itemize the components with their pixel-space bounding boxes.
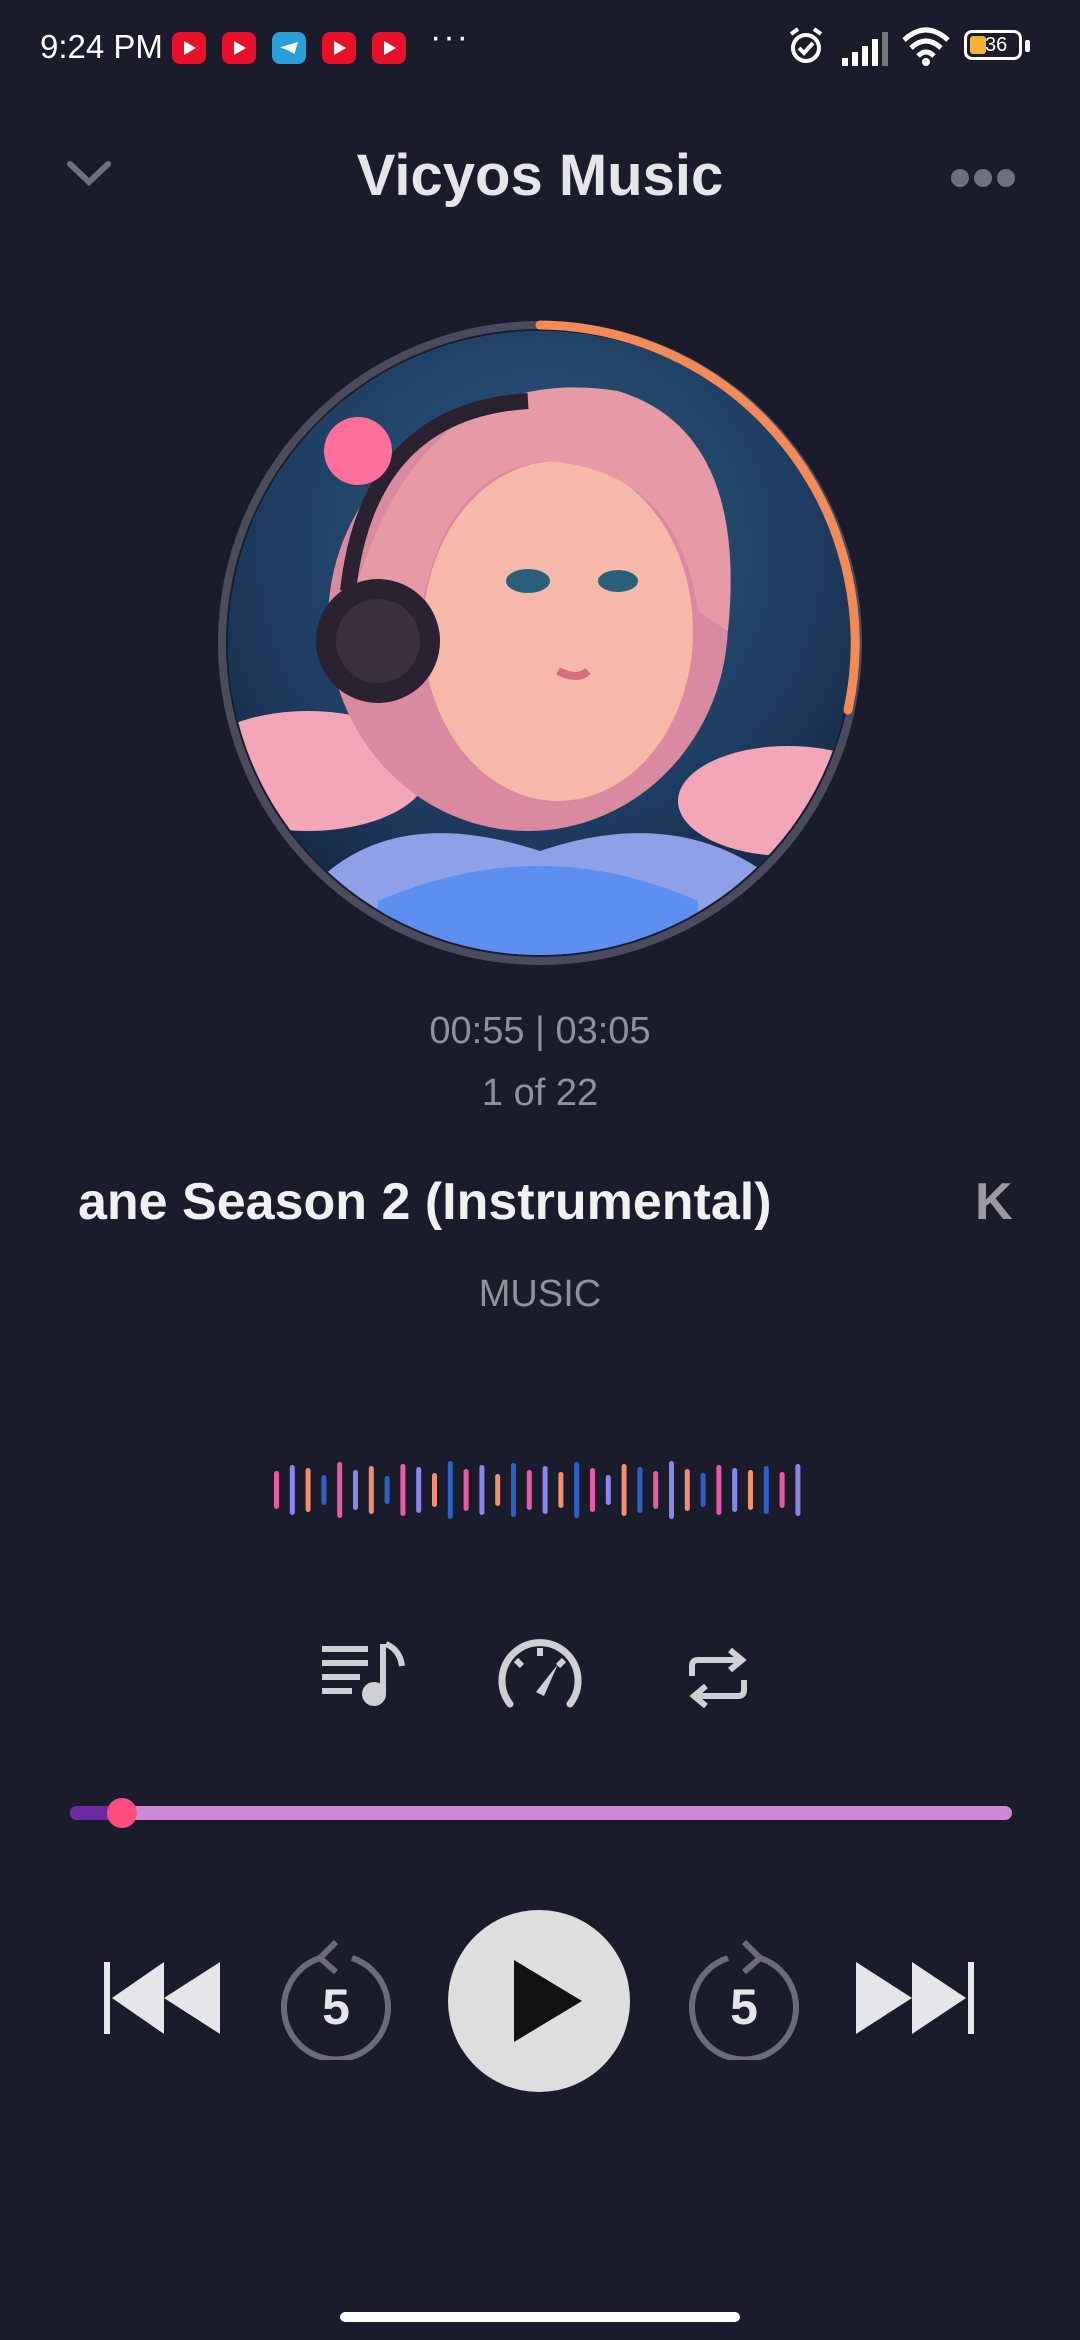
youtube-icon (172, 32, 206, 64)
waveform-bar (748, 1470, 753, 1510)
waveform-bar (400, 1464, 406, 1516)
waveform-bar (621, 1464, 627, 1516)
track-title: ane Season 2 (Instrumental) (78, 1173, 772, 1231)
waveform-bar (779, 1472, 785, 1508)
waveform-bar (337, 1462, 343, 1518)
wifi-icon (902, 27, 950, 66)
waveform-bar (700, 1473, 706, 1507)
waveform-bar (795, 1464, 801, 1516)
youtube-icon (222, 32, 256, 64)
waveform-bar (463, 1469, 469, 1511)
waveform-bar (305, 1468, 311, 1512)
waveform-bar (763, 1466, 769, 1514)
playlist-icon[interactable] (322, 1640, 406, 1710)
previous-track-icon[interactable] (102, 1958, 226, 2038)
waveform-bar (274, 1471, 279, 1509)
waveform-bar (637, 1467, 643, 1513)
rewind-5-button[interactable]: 5 (280, 1936, 392, 2063)
waveform-bar (684, 1469, 690, 1511)
waveform-bar (384, 1476, 390, 1504)
more-horizontal-icon[interactable] (950, 166, 1016, 190)
play-icon (514, 1960, 582, 2042)
waveform-bar (716, 1465, 722, 1515)
play-button[interactable] (448, 1910, 630, 2092)
next-track-title-peek: K (975, 1173, 1013, 1231)
waveform-bar (669, 1461, 674, 1519)
time-display: 00:55 | 03:05 (429, 1010, 651, 1052)
waveform-bar (653, 1471, 659, 1509)
progress-thumb[interactable] (107, 1798, 137, 1828)
waveform-bar (495, 1474, 501, 1506)
status-time: 9:24 PM (40, 28, 163, 65)
forward-seconds: 5 (730, 1979, 758, 2035)
progress-bar[interactable] (70, 1806, 1012, 1820)
waveform-bar (542, 1466, 548, 1514)
waveform-bar (511, 1463, 516, 1517)
waveform-bar (574, 1462, 580, 1518)
waveform-visualizer (274, 1461, 801, 1519)
battery-icon: 36 (964, 30, 1022, 60)
waveform-bar (353, 1470, 358, 1510)
battery-level: 36 (985, 34, 1008, 56)
waveform-bar (590, 1468, 595, 1512)
alarm-icon (789, 27, 823, 63)
waveform-bar (432, 1473, 437, 1507)
waveform-bar (289, 1465, 295, 1515)
home-indicator[interactable] (340, 2312, 740, 2322)
waveform-bar (368, 1466, 374, 1514)
speed-gauge-icon[interactable] (496, 1634, 584, 1714)
page-title: Vicyos Music (356, 143, 724, 208)
waveform-bar (479, 1465, 485, 1515)
more-notifications-icon: ··· (430, 18, 470, 56)
waveform-bar (416, 1467, 422, 1513)
waveform-bar (558, 1472, 564, 1508)
rewind-seconds: 5 (322, 1979, 350, 2035)
forward-5-button[interactable]: 5 (688, 1936, 800, 2063)
youtube-icon (372, 32, 406, 64)
album-progress-ring (218, 320, 862, 965)
signal-icon (842, 32, 888, 66)
next-track-icon[interactable] (854, 1958, 978, 2038)
track-position: 1 of 22 (481, 1072, 599, 1114)
waveform-bar (447, 1461, 453, 1519)
waveform-bar (526, 1470, 532, 1510)
repeat-icon[interactable] (686, 1648, 750, 1708)
waveform-bar (321, 1475, 327, 1505)
track-artist: MUSIC (478, 1273, 602, 1315)
telegram-icon (272, 32, 306, 64)
battery-tip (1025, 40, 1030, 52)
waveform-bar (732, 1468, 738, 1512)
youtube-icon (322, 32, 356, 64)
waveform-bar (605, 1475, 611, 1505)
